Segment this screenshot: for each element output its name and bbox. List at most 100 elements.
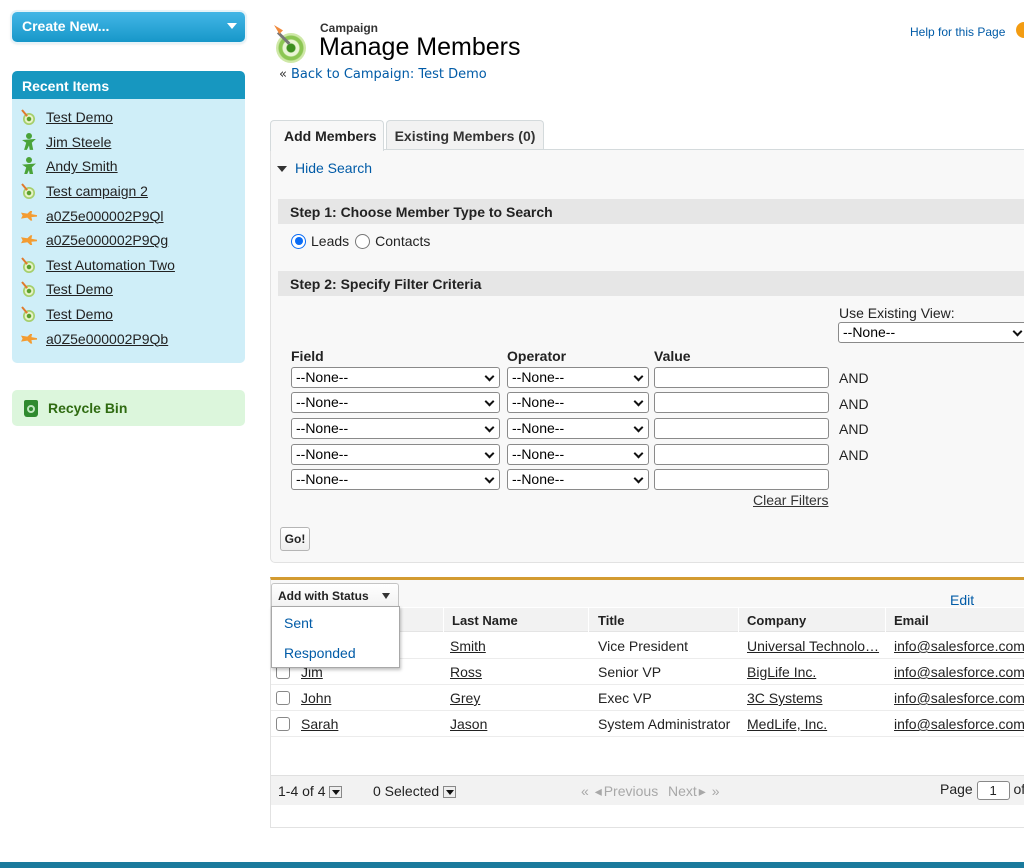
create-new-button[interactable]: Create New... [12, 12, 245, 42]
filter-operator-select[interactable]: --None-- [507, 392, 649, 413]
chevron-down-icon [484, 422, 495, 433]
next-arrow-icon[interactable]: ▸ [699, 783, 706, 799]
selected-count-dropdown[interactable] [443, 786, 457, 799]
recent-item[interactable]: a0Z5e000002P9Qb [20, 326, 237, 351]
person-icon [20, 157, 38, 175]
recent-item[interactable]: Test Demo [20, 302, 237, 327]
column-header-email[interactable]: Email [894, 613, 929, 628]
company-cell[interactable]: BigLife Inc. [747, 664, 816, 680]
status-dropdown-menu: Sent Responded [271, 606, 400, 668]
add-with-status-label: Add with Status [278, 589, 369, 603]
filter-value-input[interactable] [654, 392, 829, 413]
company-cell[interactable]: Universal Technolo… [747, 638, 879, 654]
recent-item[interactable]: Andy Smith [20, 154, 237, 179]
filter-operator-select[interactable]: --None-- [507, 418, 649, 439]
chevron-down-icon [633, 422, 644, 433]
record-count-dropdown[interactable] [329, 786, 343, 799]
status-option-sent[interactable]: Sent [284, 615, 313, 631]
recent-item[interactable]: Test Demo [20, 277, 237, 302]
filter-field-select[interactable]: --None-- [291, 367, 500, 388]
column-header-company[interactable]: Company [747, 613, 806, 628]
contacts-radio[interactable] [355, 233, 371, 249]
company-cell[interactable]: 3C Systems [747, 690, 822, 706]
filter-value-input[interactable] [654, 444, 829, 465]
campaign-icon [20, 305, 38, 323]
tab-add-members[interactable]: Add Members [270, 120, 384, 151]
hide-search-link[interactable]: Hide Search [295, 160, 372, 176]
clear-filters-link[interactable]: Clear Filters [753, 492, 828, 508]
chevron-down-icon [484, 473, 495, 484]
row-checkbox[interactable] [276, 717, 290, 731]
first-name-cell[interactable]: Sarah [301, 716, 338, 732]
recycle-bin-label: Recycle Bin [48, 400, 128, 416]
recent-item[interactable]: Jim Steele [20, 130, 237, 155]
recent-item[interactable]: Test Demo [20, 105, 237, 130]
recent-item-link[interactable]: a0Z5e000002P9Qb [46, 331, 168, 347]
last-name-cell[interactable]: Ross [450, 664, 482, 680]
first-name-cell[interactable]: John [301, 690, 331, 706]
title-cell: System Administrator [598, 716, 731, 732]
last-name-cell[interactable]: Jason [450, 716, 487, 732]
column-header-title[interactable]: Title [598, 613, 625, 628]
filter-field-select[interactable]: --None-- [291, 418, 500, 439]
first-page-icon[interactable]: « [581, 783, 589, 799]
go-button[interactable]: Go! [280, 527, 310, 551]
filter-value-input[interactable] [654, 418, 829, 439]
recent-item-link[interactable]: Test Demo [46, 281, 113, 297]
recent-item[interactable]: a0Z5e000002P9Qg [20, 228, 237, 253]
recent-item-link[interactable]: Test Demo [46, 306, 113, 322]
filter-operator-select[interactable]: --None-- [507, 444, 649, 465]
column-header-last-name[interactable]: Last Name [452, 613, 518, 628]
page-of-label: of [1013, 781, 1024, 798]
recent-item-link[interactable]: a0Z5e000002P9Ql [46, 208, 164, 224]
back-to-campaign-link[interactable]: Back to Campaign: Test Demo [291, 67, 487, 82]
recent-item-link[interactable]: Test campaign 2 [46, 183, 148, 199]
email-cell[interactable]: info@salesforce.com [894, 638, 1024, 654]
last-name-cell[interactable]: Grey [450, 690, 480, 706]
chevron-down-icon [633, 396, 644, 407]
last-page-icon[interactable]: » [712, 783, 720, 799]
and-label: AND [839, 370, 869, 386]
hide-search-toggle[interactable]: Hide Search [277, 160, 372, 176]
recent-item-link[interactable]: Test Demo [46, 109, 113, 125]
recent-item-link[interactable]: Jim Steele [46, 134, 111, 150]
recent-item-link[interactable]: a0Z5e000002P9Qg [46, 232, 168, 248]
page-number-input[interactable]: 1 [976, 781, 1010, 800]
last-name-cell[interactable]: Smith [450, 638, 486, 654]
email-cell[interactable]: info@salesforce.com [894, 664, 1024, 680]
chevron-down-icon [633, 473, 644, 484]
recent-item[interactable]: a0Z5e000002P9Ql [20, 203, 237, 228]
add-with-status-button[interactable]: Add with Status [271, 583, 399, 607]
filter-value-input[interactable] [654, 367, 829, 388]
recycle-bin-link[interactable]: Recycle Bin [12, 390, 245, 426]
filter-value-input[interactable] [654, 469, 829, 490]
leads-radio[interactable] [291, 233, 306, 249]
filter-field-select[interactable]: --None-- [291, 392, 500, 413]
tab-bar: Add Members Existing Members (0) [270, 120, 546, 151]
filter-field-select[interactable]: --None-- [291, 444, 500, 465]
previous-arrow-icon[interactable]: ◂ [595, 783, 602, 799]
tab-existing-members[interactable]: Existing Members (0) [385, 120, 545, 150]
company-cell[interactable]: MedLife, Inc. [747, 716, 827, 732]
recent-item[interactable]: Test campaign 2 [20, 179, 237, 204]
record-count-container: 1-4 of 4 [278, 783, 343, 799]
recent-item-link[interactable]: Test Automation Two [46, 257, 175, 273]
recent-item-link[interactable]: Andy Smith [46, 158, 118, 174]
filter-field-value: --None-- [296, 471, 349, 487]
filter-operator-select[interactable]: --None-- [507, 367, 649, 388]
help-icon[interactable] [1016, 22, 1024, 38]
recent-item[interactable]: Test Automation Two [20, 253, 237, 278]
help-link[interactable]: Help for this Page [910, 25, 1005, 39]
status-option-responded[interactable]: Responded [284, 645, 356, 661]
use-existing-view-select[interactable]: --None-- [838, 322, 1024, 343]
email-cell[interactable]: info@salesforce.com [894, 716, 1024, 732]
chevron-down-icon [633, 448, 644, 459]
record-count: 1-4 of 4 [278, 783, 326, 799]
row-checkbox[interactable] [276, 691, 290, 705]
email-cell[interactable]: info@salesforce.com [894, 690, 1024, 706]
filter-field-select[interactable]: --None-- [291, 469, 500, 490]
next-page-link[interactable]: Next [668, 783, 697, 799]
member-type-radio-group: Leads Contacts [291, 233, 436, 249]
filter-operator-select[interactable]: --None-- [507, 469, 649, 490]
previous-page-link[interactable]: Previous [604, 783, 658, 799]
